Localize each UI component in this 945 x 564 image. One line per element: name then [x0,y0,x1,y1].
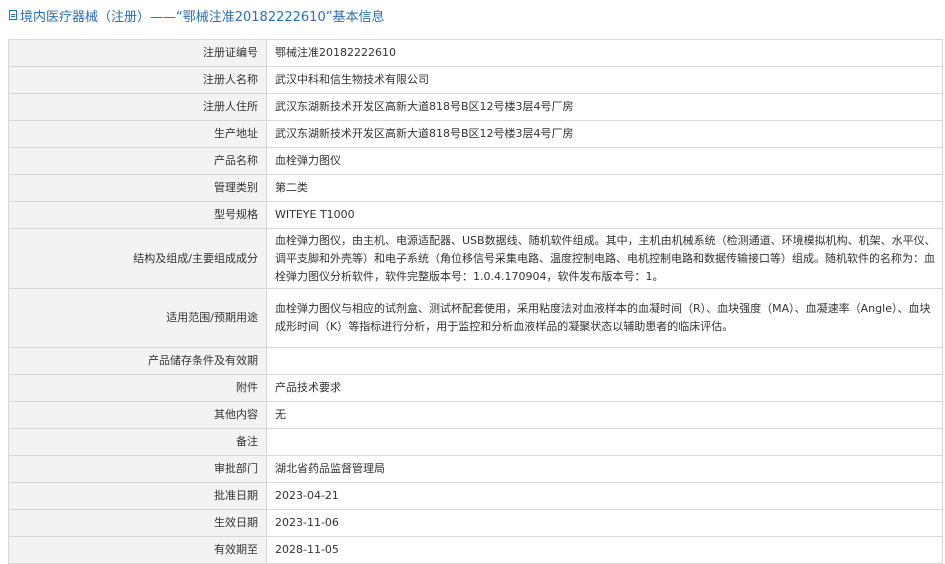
row-label: 注册证编号 [8,39,267,67]
table-row: 附件 产品技术要求 [8,374,943,402]
table-row: 结构及组成/主要组成成分 血栓弹力图仪，由主机、电源适配器、USB数据线、随机软… [8,228,943,289]
row-value: 血栓弹力图仪与相应的试剂盒、测试杯配套使用，采用粘度法对血液样本的血凝时间（R）… [266,288,943,348]
info-table: 注册证编号 鄂械注准20182222610 注册人名称 武汉中科和信生物技术有限… [8,39,943,564]
row-value: 武汉东湖新技术开发区高新大道818号B区12号楼3层4号厂房 [266,93,943,121]
row-value: 第二类 [266,174,943,202]
row-label: 生产地址 [8,120,267,148]
table-row: 适用范围/预期用途 血栓弹力图仪与相应的试剂盒、测试杯配套使用，采用粘度法对血液… [8,288,943,348]
row-label: 审批部门 [8,455,267,483]
table-row: 注册证编号 鄂械注准20182222610 [8,39,943,67]
row-value: 无 [266,401,943,429]
page-title: 境内医疗器械（注册）——“鄂械注准20182222610”基本信息 [0,0,945,30]
table-row: 生产地址 武汉东湖新技术开发区高新大道818号B区12号楼3层4号厂房 [8,120,943,148]
row-label: 适用范围/预期用途 [8,288,267,348]
row-label: 型号规格 [8,201,267,229]
row-value [266,347,943,375]
row-value: 产品技术要求 [266,374,943,402]
table-row: 有效期至 2028-11-05 [8,536,943,564]
row-value: 湖北省药品监督管理局 [266,455,943,483]
table-row: 其他内容 无 [8,401,943,429]
table-row: 生效日期 2023-11-06 [8,509,943,537]
table-row: 备注 [8,428,943,456]
row-label: 结构及组成/主要组成成分 [8,228,267,289]
row-label: 附件 [8,374,267,402]
table-row: 产品名称 血栓弹力图仪 [8,147,943,175]
row-value: 2023-04-21 [266,482,943,510]
document-icon [9,10,17,20]
row-value: 鄂械注准20182222610 [266,39,943,67]
row-label: 注册人住所 [8,93,267,121]
table-row: 注册人住所 武汉东湖新技术开发区高新大道818号B区12号楼3层4号厂房 [8,93,943,121]
table-row: 审批部门 湖北省药品监督管理局 [8,455,943,483]
table-row: 型号规格 WITEYE T1000 [8,201,943,229]
row-value: 武汉东湖新技术开发区高新大道818号B区12号楼3层4号厂房 [266,120,943,148]
row-value: 2028-11-05 [266,536,943,564]
row-value: 血栓弹力图仪，由主机、电源适配器、USB数据线、随机软件组成。其中，主机由机械系… [266,228,943,289]
row-label: 产品储存条件及有效期 [8,347,267,375]
row-label: 备注 [8,428,267,456]
table-row: 批准日期 2023-04-21 [8,482,943,510]
row-label: 管理类别 [8,174,267,202]
row-label: 批准日期 [8,482,267,510]
row-value: WITEYE T1000 [266,201,943,229]
row-label: 产品名称 [8,147,267,175]
row-value: 2023-11-06 [266,509,943,537]
row-value: 武汉中科和信生物技术有限公司 [266,66,943,94]
page-title-text: 境内医疗器械（注册）——“鄂械注准20182222610”基本信息 [20,9,385,25]
row-label: 注册人名称 [8,66,267,94]
table-row: 注册人名称 武汉中科和信生物技术有限公司 [8,66,943,94]
row-label: 生效日期 [8,509,267,537]
row-value: 血栓弹力图仪 [266,147,943,175]
row-label: 有效期至 [8,536,267,564]
table-row: 产品储存条件及有效期 [8,347,943,375]
row-label: 其他内容 [8,401,267,429]
row-value [266,428,943,456]
table-row: 管理类别 第二类 [8,174,943,202]
